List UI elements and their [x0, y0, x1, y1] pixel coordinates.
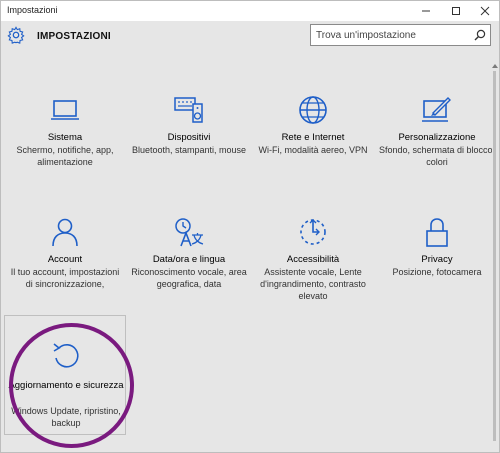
- tile-name: Account: [47, 254, 83, 265]
- tile-accessibilita[interactable]: Accessibilità Assistente vocale, Lente d…: [254, 216, 372, 301]
- window-title: Impostazioni: [7, 5, 58, 15]
- highlight-circle: [9, 323, 134, 448]
- tile-name: Rete e Internet: [281, 132, 345, 143]
- tile-desc: Assistente vocale, Lente d'ingrandimento…: [260, 267, 366, 301]
- close-icon: [480, 6, 490, 16]
- accessibility-icon: [300, 219, 326, 245]
- tile-desc: Riconoscimento vocale, area geografica, …: [131, 267, 247, 289]
- title-bar: Impostazioni: [1, 1, 499, 21]
- scroll-up-icon[interactable]: [492, 63, 498, 69]
- globe-icon: [299, 96, 327, 124]
- tile-desc: Bluetooth, stampanti, mouse: [131, 145, 247, 155]
- maximize-button[interactable]: [441, 1, 471, 21]
- laptop-icon: [51, 100, 79, 120]
- search-box[interactable]: [310, 24, 491, 46]
- devices-icon: [174, 97, 203, 123]
- tile-dispositivi[interactable]: Dispositivi Bluetooth, stampanti, mouse: [130, 94, 248, 174]
- minimize-icon: [422, 10, 430, 12]
- gear-icon: [7, 26, 25, 44]
- tile-data-ora-lingua[interactable]: Data/ora e lingua Riconoscimento vocale,…: [130, 216, 248, 296]
- tile-desc: Sfondo, schermata di blocco, colori: [378, 145, 496, 167]
- tile-privacy[interactable]: Privacy Posizione, fotocamera: [378, 216, 496, 296]
- settings-header: IMPOSTAZIONI: [1, 21, 499, 61]
- tile-desc: Wi-Fi, modalità aereo, VPN: [258, 145, 368, 155]
- personalization-icon: [422, 97, 451, 122]
- scrollbar-thumb[interactable]: [493, 71, 496, 441]
- language-icon: [175, 218, 204, 247]
- tile-personalizzazione[interactable]: Personalizzazione Sfondo, schermata di b…: [378, 94, 496, 174]
- tile-desc: Schermo, notifiche, app, alimentazione: [16, 145, 114, 167]
- search-icon[interactable]: [474, 29, 486, 41]
- close-button[interactable]: [470, 1, 500, 21]
- tile-name: Privacy: [421, 254, 453, 265]
- tile-account[interactable]: Account Il tuo account, impostazioni di …: [6, 216, 124, 296]
- tile-name: Sistema: [47, 132, 83, 143]
- tile-sistema[interactable]: Sistema Schermo, notifiche, app, aliment…: [6, 94, 124, 174]
- tile-name: Accessibilità: [286, 254, 340, 265]
- tile-name: Data/ora e lingua: [152, 254, 226, 265]
- tile-name: Personalizzazione: [398, 132, 476, 143]
- scrollbar[interactable]: [492, 61, 498, 451]
- settings-window: Impostazioni IMPOSTAZIONI S: [0, 0, 500, 453]
- maximize-icon: [452, 7, 460, 15]
- tile-rete-internet[interactable]: Rete e Internet Wi-Fi, modalità aereo, V…: [254, 94, 372, 174]
- lock-icon: [426, 218, 448, 247]
- tile-desc: Posizione, fotocamera: [392, 267, 482, 277]
- tile-desc: Il tuo account, impostazioni di sincroni…: [10, 267, 120, 289]
- search-input[interactable]: [311, 25, 471, 45]
- page-title: IMPOSTAZIONI: [37, 31, 111, 42]
- minimize-button[interactable]: [411, 1, 441, 21]
- tile-name: Dispositivi: [167, 132, 211, 143]
- person-icon: [52, 218, 78, 247]
